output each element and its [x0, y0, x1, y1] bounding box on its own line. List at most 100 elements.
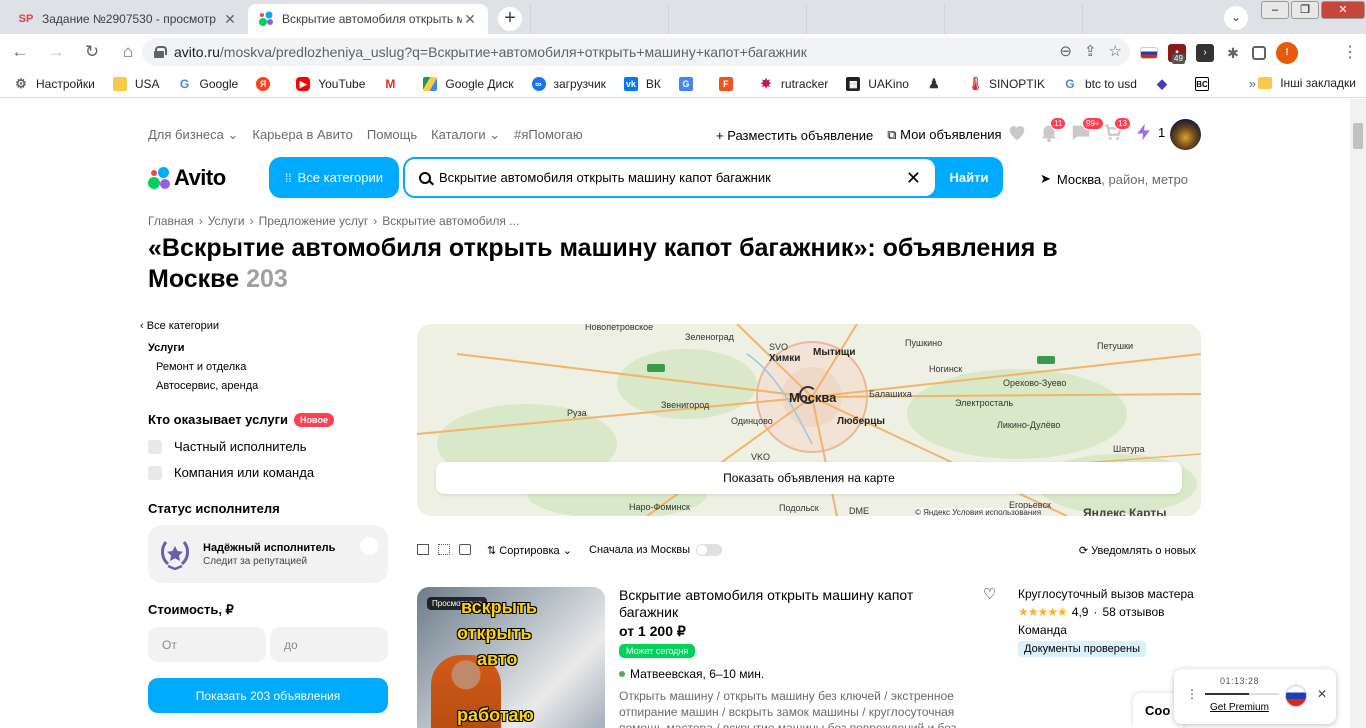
back-arrow-icon[interactable]: ← — [4, 36, 36, 68]
russian-flag-extension-icon[interactable] — [1140, 47, 1158, 59]
all-categories-button[interactable]: ⁞⁞ Все категории — [269, 157, 399, 198]
nav-help[interactable]: Помощь — [367, 127, 417, 143]
bookmark-usa[interactable]: USA — [112, 76, 160, 91]
bookmark-settings[interactable]: ⚙ Настройки — [14, 76, 95, 91]
bookmark-star-icon[interactable]: ☆ — [1109, 42, 1122, 60]
clear-search-icon[interactable]: ✕ — [906, 168, 921, 189]
messages-icon[interactable]: 99+ — [1070, 117, 1104, 143]
notify-new-button[interactable]: ⟳ Уведомлять о новых — [1079, 544, 1196, 557]
search-button[interactable]: Найти — [935, 157, 1003, 198]
nav-ihelp[interactable]: #яПомогаю — [514, 127, 582, 143]
checkbox[interactable] — [148, 439, 162, 454]
favorites-heart-icon[interactable] — [1006, 121, 1028, 143]
yandex-maps-logo[interactable]: Яндекс Карты — [1083, 506, 1166, 516]
grid-view-icon[interactable] — [438, 544, 450, 555]
browser-tab-active[interactable]: Вскрытие автомобиля открыть маш ✕ — [248, 4, 488, 34]
reload-icon[interactable]: ↻ — [76, 36, 108, 68]
close-widget-icon[interactable]: ✕ — [1317, 687, 1327, 701]
bookmark-person[interactable]: ♟ — [927, 76, 949, 91]
maximize-button[interactable]: ❐ — [1291, 1, 1319, 19]
puzzle-extensions-icon[interactable]: ✱ — [1224, 44, 1242, 62]
counter-extension-icon[interactable]: ▪ 49 — [1168, 44, 1186, 64]
bookmark-bc[interactable]: BC — [1194, 76, 1217, 91]
bookmark-translate[interactable]: G — [678, 76, 701, 91]
close-tab-icon[interactable]: ✕ — [222, 11, 238, 28]
filter-company[interactable]: Компания или команда — [148, 465, 314, 480]
filter-private[interactable]: Частный исполнитель — [148, 439, 306, 454]
avito-logo[interactable]: Avito — [148, 165, 226, 191]
list-view-icon[interactable] — [417, 544, 429, 555]
reliable-performer-toggle[interactable]: Надёжный исполнитель Следит за репутацие… — [148, 525, 388, 583]
page-scrollbar[interactable] — [1350, 99, 1366, 728]
checkbox[interactable] — [148, 465, 162, 480]
breadcrumb-home[interactable]: Главная — [148, 214, 194, 228]
show-on-map-button[interactable]: Показать объявления на карте — [436, 462, 1182, 494]
bookmark-ethereum[interactable]: ◆ — [1155, 76, 1177, 91]
moscow-first-switch[interactable] — [696, 544, 723, 556]
get-premium-link[interactable]: Get Premium — [1210, 702, 1269, 713]
moscow-first-toggle[interactable]: Сначала из Москвы — [589, 544, 723, 556]
cart-icon[interactable]: 13 — [1102, 117, 1131, 143]
browser-tab-inactive[interactable]: SP Задание №2907530 - просмотр ✕ — [8, 4, 248, 34]
browser-menu-icon[interactable]: ⋮ — [1342, 42, 1358, 62]
bookmark-youtube[interactable]: ▶ YouTube — [296, 76, 365, 91]
sidebar-subcategory-repair[interactable]: Ремонт и отделка — [156, 361, 246, 373]
bookmark-f[interactable]: F — [718, 76, 741, 91]
breadcrumb-offers[interactable]: Предложение услуг — [259, 214, 369, 228]
bookmark-yandex[interactable]: Я — [256, 76, 278, 91]
more-options-icon[interactable]: ⋮ — [1186, 687, 1198, 701]
back-to-all-categories[interactable]: ‹ Все категории — [140, 320, 219, 332]
nav-catalogs[interactable]: Каталоги ⌄ — [431, 127, 500, 143]
scrollbar-thumb[interactable] — [1353, 123, 1363, 149]
reliable-switch[interactable] — [360, 537, 378, 555]
bookmark-btc[interactable]: Gbtc to usd — [1063, 77, 1137, 91]
bookmark-sinoptik[interactable]: 🌡 SINOPTIK — [967, 76, 1045, 91]
arrow-extension-icon[interactable]: › — [1196, 44, 1214, 62]
other-bookmarks[interactable]: Інші закладки — [1258, 76, 1356, 90]
bookmark-gmail[interactable]: M — [383, 77, 405, 91]
breadcrumb-services[interactable]: Услуги — [208, 214, 245, 228]
more-bookmarks-icon[interactable]: » — [1249, 76, 1256, 91]
post-ad-link[interactable]: + Разместить объявление — [716, 128, 873, 143]
close-window-button[interactable]: ✕ — [1321, 1, 1365, 19]
listing-title[interactable]: Вскрытие автомобиля открыть машину капот… — [619, 587, 959, 621]
bookmark-rutracker[interactable]: ✸ rutracker — [759, 76, 828, 91]
nav-business[interactable]: Для бизнеса ⌄ — [148, 127, 238, 143]
lightning-icon[interactable]: 1 — [1134, 121, 1172, 143]
sort-dropdown[interactable]: ⇅ Сортировка ⌄ — [487, 544, 572, 557]
profile-icon[interactable]: ! — [1276, 42, 1298, 64]
user-avatar[interactable] — [1170, 119, 1201, 150]
bookmark-google[interactable]: G Google — [178, 77, 238, 91]
listing-image[interactable]: Просмотрено вскрыть открыть авто работаю — [417, 587, 605, 728]
sidebar-category[interactable]: Услуги — [148, 342, 185, 354]
nav-career[interactable]: Карьера в Авито — [252, 127, 353, 143]
close-tab-icon[interactable]: ✕ — [462, 11, 478, 28]
location-selector[interactable]: ➤ Москва, район, метро — [1040, 171, 1188, 187]
favorite-heart-icon[interactable]: ♡ — [983, 585, 996, 603]
search-input[interactable]: Вскрытие автомобиля открыть машину капот… — [405, 159, 935, 196]
price-from-input[interactable]: От — [148, 627, 266, 662]
forward-arrow-icon[interactable]: → — [40, 36, 72, 68]
bookmark-vk[interactable]: vk ВК — [623, 76, 661, 91]
map-view-icon[interactable] — [459, 544, 471, 555]
minimize-button[interactable]: – — [1261, 1, 1289, 19]
results-map[interactable]: Новопетровское Зеленоград SVO Мытищи Хим… — [417, 324, 1201, 516]
home-icon[interactable]: ⌂ — [112, 36, 144, 68]
show-results-button[interactable]: Показать 203 объявления — [148, 678, 388, 713]
tab-search-icon[interactable]: ⌄ — [1224, 6, 1248, 30]
notifications-bell-icon[interactable]: 11 — [1038, 117, 1067, 143]
sidebar-subcategory-autoservice[interactable]: Автосервис, аренда — [156, 380, 258, 392]
new-tab-button[interactable]: + — [498, 7, 522, 31]
address-bar[interactable]: avito.ru/moskva/predlozheniya_uslug?q=Вс… — [142, 38, 1130, 66]
bookmark-gdrive[interactable]: Google Диск — [423, 76, 514, 91]
zoom-icon[interactable]: ⊖ — [1059, 42, 1072, 60]
seller-rating[interactable]: ★★★★★ 4,9 · 58 отзывов — [1018, 605, 1198, 619]
price-to-input[interactable]: до — [270, 627, 388, 662]
seller-name[interactable]: Круглосуточный вызов мастера — [1018, 587, 1198, 601]
bookmark-loader[interactable]: ∞ загрузчик — [531, 76, 606, 91]
map-copyright[interactable]: © Яндекс Условия использования — [915, 508, 1042, 516]
sidepanel-icon[interactable] — [1252, 46, 1266, 60]
bookmark-uakino[interactable]: ▦ UAKino — [846, 76, 909, 91]
my-ads-link[interactable]: ⧉ Мои объявления — [887, 127, 1001, 143]
share-icon[interactable]: ⇪ — [1084, 42, 1097, 60]
